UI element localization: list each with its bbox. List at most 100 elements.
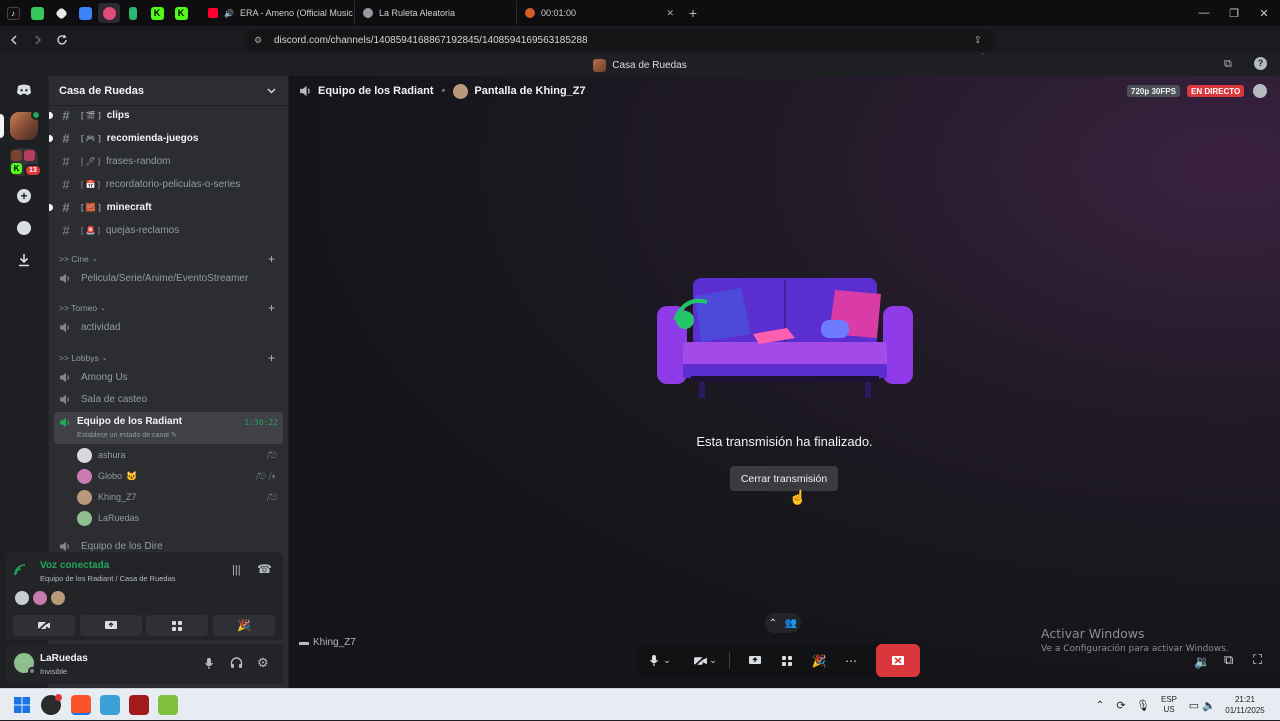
taskbar-app-red[interactable] [129,695,149,715]
server-header[interactable]: Casa de Ruedas [49,76,288,106]
direct-messages-button[interactable] [10,76,38,104]
channel-clips[interactable]: # [ 🎬 ] clips [49,104,283,126]
pinned-tab-4[interactable] [74,3,96,23]
pinned-tab-2[interactable] [26,3,48,23]
more-options-button[interactable]: ⋯ [836,644,866,677]
mic-options-chevron[interactable]: ⌄ [659,644,675,677]
youtube-icon [208,8,218,18]
taskbar-app-brave[interactable] [71,695,91,715]
chat-icon[interactable] [1253,84,1267,98]
channel-recomienda-juegos[interactable]: # [ 🎮 ] recomienda-juegos [49,127,283,149]
voice-channel-among-us[interactable]: Among Us [55,366,283,388]
disconnect-icon[interactable]: ☎ [257,562,272,576]
browser-tab-timer[interactable]: 00:01:00 ✕ [516,1,682,25]
pinned-tab-tiktok[interactable]: ♪ [2,3,24,23]
inbox-icon[interactable]: ⧉ [1224,58,1232,71]
close-stream-button[interactable]: Cerrar transmisión [730,466,838,491]
taskbar-app-green[interactable] [158,695,178,715]
noise-suppression-icon[interactable]: ||| [232,564,241,576]
browser-tab-youtube[interactable]: 🔊 ERA - Ameno (Official Music Vide [200,1,354,25]
create-channel-icon[interactable]: + [268,351,275,365]
forward-button[interactable] [28,30,48,50]
maximize-button[interactable]: ❐ [1218,0,1250,26]
download-apps-button[interactable] [10,246,38,274]
stage-channel-name[interactable]: Equipo de los Radiant [318,85,434,97]
discover-button[interactable] [10,214,38,242]
network-icon[interactable]: ▭ [1186,689,1202,721]
activities-button[interactable] [146,615,208,636]
help-icon[interactable]: ? [1254,57,1267,70]
pinned-tab-3[interactable] [50,3,72,23]
popout-icon[interactable]: ⧉ [1224,652,1233,668]
voice-member-laruedas[interactable]: LaRuedas [77,508,283,528]
soundboard-button[interactable]: 🎉 [213,615,275,636]
pinned-tab-6[interactable] [122,3,144,23]
microphone-icon[interactable] [204,657,214,670]
new-tab-button[interactable]: + [682,5,704,21]
channel-frases-random[interactable]: # [ 🖊 ] frases-random [53,150,283,172]
activity-avatar-3[interactable] [51,591,65,605]
start-button[interactable] [12,695,32,715]
camera-options-chevron[interactable]: ⌄ [705,644,721,677]
activities-button[interactable] [772,644,802,677]
settings-gear-icon[interactable]: ⚙ [257,655,269,671]
speaker-icon [59,322,75,333]
share-icon[interactable]: ⇪ [974,35,982,46]
close-tab-icon[interactable]: ✕ [666,8,674,19]
tray-overflow-icon[interactable]: ⌃ [1092,689,1108,721]
minimize-button[interactable]: — [1188,0,1220,26]
back-button[interactable] [4,30,24,50]
voice-member-globo[interactable]: Globo 🐱 ⧸⎋ ⧸◐ [77,466,283,486]
create-channel-icon[interactable]: + [268,301,275,315]
share-screen-button[interactable] [80,615,142,636]
voice-channel-actividad[interactable]: actividad [55,316,283,338]
headphones-icon[interactable] [230,657,243,669]
close-window-button[interactable]: ✕ [1248,0,1280,26]
server-casa-de-ruedas[interactable] [10,110,41,140]
stream-ended-message: Esta transmisión ha finalizado. [696,434,873,449]
channel-status-hint[interactable]: Establece un estado de canal ✎ [77,431,177,439]
add-server-button[interactable]: + [10,182,38,210]
voice-member-khing[interactable]: Khing_Z7 ⧸⎋ [77,487,283,507]
voice-channel-sala-de-casteo[interactable]: Sala de casteo [55,388,283,410]
voice-status[interactable]: Voz conectada [40,560,109,571]
taskbar-app-explorer[interactable] [100,695,120,715]
pinned-tab-discord[interactable] [98,3,120,23]
browser-tab-ruleta[interactable]: La Ruleta Aleatoria [354,1,516,25]
site-settings-icon[interactable]: ⚙ [254,35,262,46]
screen-share-icon [749,656,761,664]
voice-location[interactable]: Equipo de los Radiant / Casa de Ruedas [40,574,176,583]
voice-channel-equipo-radiant[interactable]: Equipo de los Radiant 1:30:22 Establece … [54,412,283,444]
category-torneo[interactable]: >> Torneo ⌄ + [59,300,283,316]
input-language[interactable]: ESP US [1156,689,1182,721]
volume-icon[interactable]: 🔉 [1194,654,1210,670]
channel-minecraft[interactable]: # [ 🧱 ] minecraft [49,196,283,218]
fullscreen-icon[interactable]: ⛶ [1253,652,1262,668]
soundboard-button[interactable]: 🎉 [804,644,834,677]
create-channel-icon[interactable]: + [268,252,275,266]
server-folder[interactable]: K 13 [10,148,42,177]
activity-avatar-2[interactable] [33,591,47,605]
speaker-tray-icon[interactable]: 🔈 [1202,689,1216,721]
channel-quejas-reclamos[interactable]: # [ 🚨 ] quejas-reclamos [53,219,283,241]
taskbar-app-obs[interactable] [41,694,62,715]
pinned-tab-kick-1[interactable]: K [146,3,168,23]
clock[interactable]: 21:21 01/11/2025 [1222,689,1268,721]
category-cine[interactable]: >> Cine ⌄ + [59,251,283,267]
voice-member-ashura[interactable]: ashura ⧸⎋ [77,445,283,465]
username[interactable]: LaRuedas [40,653,88,664]
pinned-tab-kick-2[interactable]: K [170,3,192,23]
expand-participants-button[interactable]: ⌃ 👥 [765,613,801,633]
tray-mic-icon[interactable]: 🎙 [1134,689,1152,721]
url-field[interactable]: ⚙ discord.com/channels/14085941688671928… [244,29,996,51]
leave-call-button[interactable] [876,644,920,677]
channel-recordatorio[interactable]: # [ 📅 ] recordatorio-peliculas-o-series [53,173,283,195]
sync-icon[interactable]: ⟳ [1112,689,1130,721]
share-screen-button[interactable] [740,644,770,677]
reload-button[interactable] [52,30,72,50]
category-lobbys[interactable]: >> Lobbys ⌄ + [59,350,283,366]
activity-avatar-1[interactable] [15,591,29,605]
voice-channel-cine[interactable]: Pelicula/Serie/Anime/EventoStreamer [55,267,283,289]
camera-off-button[interactable] [13,615,75,636]
user-avatar[interactable] [14,653,36,675]
